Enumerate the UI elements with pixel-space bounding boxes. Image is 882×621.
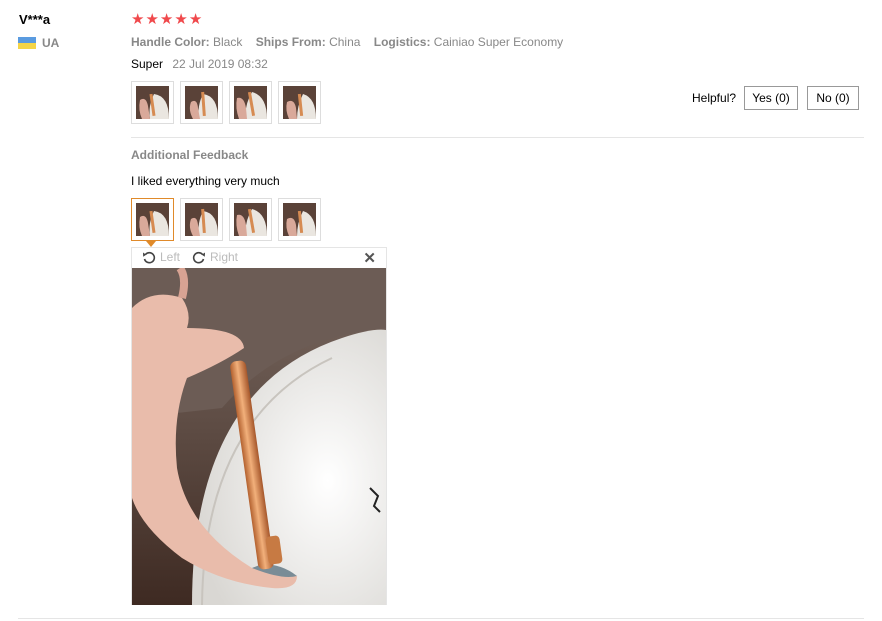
review-photo-thumbnail[interactable] bbox=[131, 81, 174, 124]
attr-value: China bbox=[329, 35, 361, 49]
review-photo-large bbox=[132, 268, 386, 605]
review-text: Super bbox=[131, 57, 164, 71]
review-photos bbox=[131, 81, 321, 124]
helpful-no-button[interactable]: No (0) bbox=[807, 86, 859, 110]
review-photo-thumbnail[interactable] bbox=[180, 198, 223, 241]
review-photo-thumbnail[interactable] bbox=[180, 81, 223, 124]
attr-value: Black bbox=[213, 35, 243, 49]
review-date: 22 Jul 2019 08:32 bbox=[172, 57, 268, 71]
review-photo-thumbnail[interactable] bbox=[278, 81, 321, 124]
additional-feedback-text: I liked everything very much bbox=[131, 174, 280, 188]
photo-viewer-toolbar: Left Right ✕ bbox=[132, 248, 386, 268]
review-text-row: Super 22 Jul 2019 08:32 bbox=[131, 57, 268, 71]
rotate-left-label: Left bbox=[160, 250, 181, 264]
bottom-divider bbox=[18, 618, 864, 619]
review-photo-thumbnail-selected[interactable] bbox=[131, 198, 174, 241]
photo-viewer: Left Right ✕ bbox=[131, 247, 387, 605]
star-icon: ★ bbox=[131, 11, 145, 28]
country-code: UA bbox=[42, 36, 60, 50]
star-rating: ★ ★ ★ ★ ★ bbox=[131, 12, 202, 28]
close-icon[interactable]: ✕ bbox=[363, 249, 376, 267]
star-icon: ★ bbox=[174, 11, 188, 28]
helpful-yes-button[interactable]: Yes (0) bbox=[744, 86, 798, 110]
attr-key: Logistics: bbox=[373, 35, 431, 49]
rotate-left-icon bbox=[143, 251, 156, 264]
star-icon: ★ bbox=[145, 11, 159, 28]
product-attributes: Handle Color: Black Ships From: China Lo… bbox=[131, 35, 573, 49]
review-photo-thumbnail[interactable] bbox=[229, 81, 272, 124]
review-photo-thumbnail[interactable] bbox=[278, 198, 321, 241]
additional-photos bbox=[131, 198, 321, 241]
rotate-left-button[interactable]: Left bbox=[142, 250, 180, 264]
user-name: V***a bbox=[19, 12, 51, 27]
attr-value: Cainiao Super Economy bbox=[433, 35, 564, 49]
helpful-label: Helpful? bbox=[692, 91, 737, 105]
attr-key: Handle Color: bbox=[131, 35, 210, 49]
star-icon: ★ bbox=[159, 11, 174, 28]
attr-key: Ships From: bbox=[255, 35, 326, 49]
divider bbox=[131, 137, 864, 138]
additional-feedback-title: Additional Feedback bbox=[131, 148, 249, 162]
rotate-right-label: Right bbox=[210, 250, 239, 264]
rotate-right-button[interactable]: Right bbox=[192, 250, 238, 264]
star-icon: ★ bbox=[188, 11, 203, 28]
review-photo-thumbnail[interactable] bbox=[229, 198, 272, 241]
rotate-right-icon bbox=[192, 251, 205, 264]
ukraine-flag-icon bbox=[18, 37, 36, 49]
